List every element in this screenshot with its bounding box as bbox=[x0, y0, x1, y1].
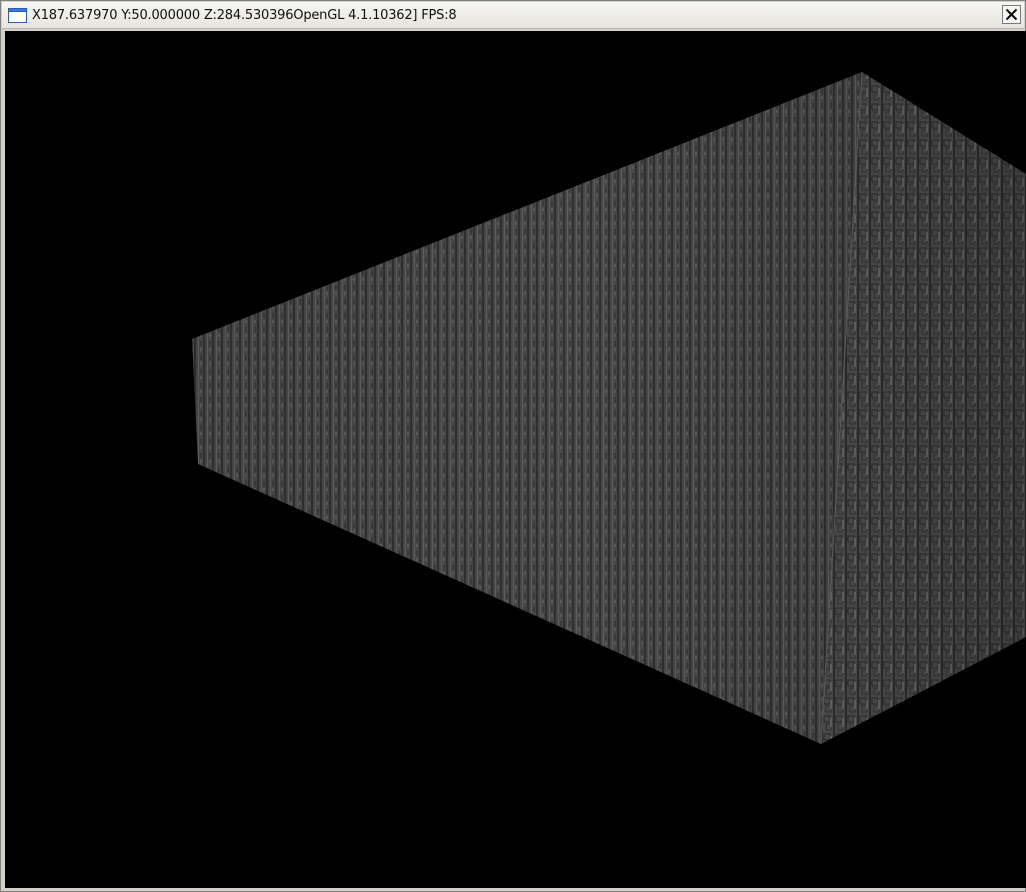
title-bar[interactable]: X187.637970 Y:50.000000 Z:284.530396Open… bbox=[2, 2, 1024, 29]
close-icon bbox=[1005, 8, 1018, 21]
close-button[interactable] bbox=[1002, 5, 1021, 24]
window-title: X187.637970 Y:50.000000 Z:284.530396Open… bbox=[32, 8, 457, 23]
3d-scene bbox=[192, 71, 1026, 745]
render-viewport[interactable] bbox=[5, 31, 1026, 888]
opengl-window: X187.637970 Y:50.000000 Z:284.530396Open… bbox=[0, 0, 1026, 892]
window-bottom-border bbox=[2, 888, 1025, 891]
window-icon bbox=[8, 8, 27, 23]
